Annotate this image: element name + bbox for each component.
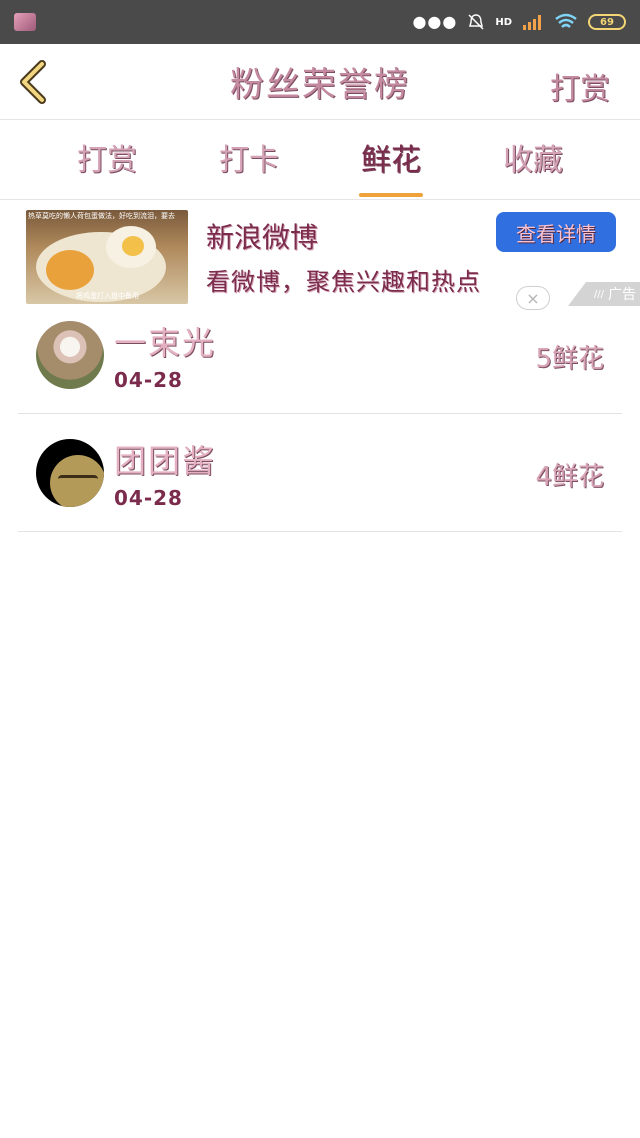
top-bar: 粉丝荣誉榜 打赏 <box>0 44 640 120</box>
chevron-left-icon <box>20 60 46 104</box>
mute-bell-icon <box>468 14 484 30</box>
avatar-eyes <box>58 475 98 483</box>
status-bar-right: ●●● HD 69 <box>412 13 626 31</box>
app-notification-icon <box>14 13 36 31</box>
page-title: 粉丝荣誉榜 <box>230 65 410 105</box>
status-bar: ●●● HD 69 <box>0 0 640 44</box>
reward-button[interactable]: 打赏 <box>550 64 610 108</box>
battery-icon: 69 <box>588 14 626 30</box>
fried-egg-image <box>46 250 94 290</box>
user-name: 团团酱 <box>114 442 217 480</box>
flower-count: 4鲜花 <box>535 462 604 492</box>
tab-reward[interactable]: 打赏 <box>77 135 137 185</box>
ad-description: 看微博，聚焦兴趣和热点 <box>206 268 481 296</box>
hd-indicator: HD <box>495 16 512 28</box>
ad-title: 新浪微博 <box>206 221 319 254</box>
ad-thumb-caption-top: 热草莫吃的懒人荷包蛋做法，好吃到流泪，要去 <box>28 212 175 220</box>
tab-checkin[interactable]: 打卡 <box>219 135 279 185</box>
ad-details-button[interactable]: 查看详情 <box>496 212 616 252</box>
tab-bar: 打赏 打卡 鲜花 收藏 <box>0 120 640 200</box>
tab-favorites[interactable]: 收藏 <box>503 135 563 185</box>
tab-flowers[interactable]: 鲜花 <box>359 135 423 197</box>
ad-thumbnail[interactable]: 热草莫吃的懒人荷包蛋做法，好吃到流泪，要去 将鸡蛋打入盘中备用 <box>26 210 188 304</box>
date: 04-28 <box>114 486 183 510</box>
egg-yolk-image <box>122 236 144 256</box>
back-button[interactable] <box>16 58 50 106</box>
avatar[interactable] <box>36 321 104 389</box>
avatar[interactable] <box>36 439 104 507</box>
wifi-icon <box>555 13 577 28</box>
signal-icon <box>523 15 541 30</box>
user-name: 一束光 <box>114 324 217 362</box>
list-item[interactable]: 一束光 04-28 5鲜花 <box>18 296 622 414</box>
status-bar-left <box>14 13 36 31</box>
fan-list: 一束光 04-28 5鲜花 团团酱 04-28 4鲜花 <box>18 296 622 532</box>
date: 04-28 <box>114 368 183 392</box>
more-notifications-icon: ●●● <box>412 12 458 31</box>
flower-count: 5鲜花 <box>535 344 604 374</box>
list-item[interactable]: 团团酱 04-28 4鲜花 <box>18 414 622 532</box>
ad-banner[interactable]: 热草莫吃的懒人荷包蛋做法，好吃到流泪，要去 将鸡蛋打入盘中备用 新浪微博 看微博… <box>0 204 640 310</box>
